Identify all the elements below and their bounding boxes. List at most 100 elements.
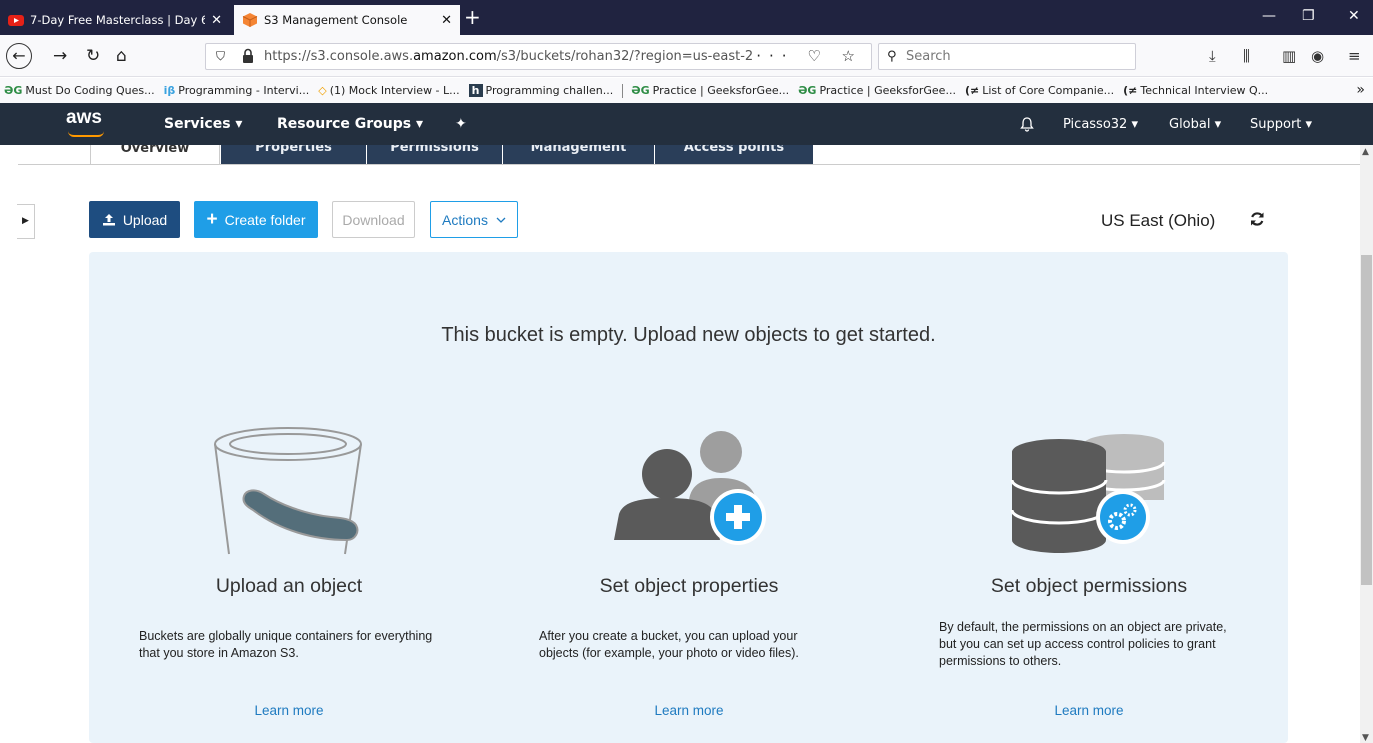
- tab-close-icon[interactable]: ✕: [441, 13, 452, 28]
- bookmark-label: Practice | GeeksforGee...: [819, 84, 956, 97]
- learn-more-link[interactable]: Learn more: [909, 703, 1269, 718]
- back-arrow-icon[interactable]: ←: [6, 43, 32, 69]
- tab-title: 7-Day Free Masterclass | Day 6 -: [30, 13, 206, 27]
- tab-management[interactable]: Management: [503, 145, 654, 164]
- bucket-illustration-icon: [214, 427, 362, 555]
- bookmark-label: Programming challen...: [485, 84, 614, 97]
- tab-overview[interactable]: Overview: [90, 145, 220, 164]
- upload-button[interactable]: Upload: [89, 201, 180, 238]
- reload-icon[interactable]: ↻: [86, 46, 100, 66]
- create-folder-label: Create folder: [224, 211, 306, 228]
- tab-properties[interactable]: Properties: [221, 145, 366, 164]
- new-tab-button[interactable]: +: [464, 7, 481, 27]
- tab-permissions[interactable]: Permissions: [367, 145, 502, 164]
- leetcode-icon: ◇: [318, 84, 327, 97]
- bookmark-item[interactable]: ◇ (1) Mock Interview - L...: [318, 84, 459, 97]
- restore-icon[interactable]: ❐: [1302, 8, 1315, 24]
- users-plus-icon: [614, 431, 766, 545]
- database-gears-icon: [1010, 434, 1166, 553]
- bookmarks-bar: ƏG Must Do Coding Ques... iβ Programming -…: [0, 78, 1373, 103]
- bookmark-label: Practice | GeeksforGee...: [652, 84, 790, 97]
- bookmark-site-icon: (≠: [1123, 84, 1138, 97]
- home-icon[interactable]: ⌂: [116, 46, 127, 66]
- tab-title: S3 Management Console: [264, 13, 408, 27]
- scroll-down-icon[interactable]: ▼: [1362, 733, 1369, 743]
- bookmark-item[interactable]: iβ Programming - Intervi...: [164, 84, 310, 97]
- empty-bucket-panel: This bucket is empty. Upload new objects…: [89, 252, 1288, 743]
- bookmark-label: Must Do Coding Ques...: [25, 84, 155, 97]
- hackerrank-icon: h: [468, 84, 483, 97]
- shield-icon[interactable]: ⛉: [216, 49, 225, 64]
- minimize-icon[interactable]: —: [1262, 8, 1276, 24]
- chevron-down-icon: [496, 217, 506, 223]
- account-icon[interactable]: ◉: [1311, 47, 1324, 65]
- pin-icon[interactable]: ✦: [455, 116, 467, 132]
- tab-access-points[interactable]: Access points: [655, 145, 813, 164]
- upload-object-text: Buckets are globally unique containers f…: [139, 629, 433, 660]
- address-bar[interactable]: ⛉ https://s3.console.aws.amazon.com/s3/b…: [205, 43, 872, 70]
- page-scrollbar[interactable]: ▲ ▼: [1360, 145, 1373, 743]
- navigation-toolbar: ← → ↻ ⌂ ⛉ https://s3.console.aws.amazon.…: [0, 35, 1373, 77]
- empty-state-title: This bucket is empty. Upload new objects…: [441, 324, 936, 346]
- youtube-icon: [8, 15, 24, 26]
- upload-object-heading: Upload an object: [215, 575, 363, 597]
- account-menu[interactable]: Picasso32 ▾: [1063, 117, 1138, 132]
- aws-logo[interactable]: aws: [66, 107, 104, 137]
- browser-tab-strip: 7-Day Free Masterclass | Day 6 - ✕ S3 Ma…: [0, 0, 1373, 35]
- object-properties-text: After you create a bucket, you can uploa…: [539, 629, 799, 660]
- tab-s3-console[interactable]: S3 Management Console ✕: [234, 5, 460, 35]
- tab-masterclass[interactable]: 7-Day Free Masterclass | Day 6 - ✕: [0, 5, 230, 35]
- bookmark-item[interactable]: ƏG Practice | GeeksforGee...: [631, 84, 789, 97]
- geeksforgeeks-icon: ƏG: [798, 84, 817, 97]
- learn-more-link[interactable]: Learn more: [109, 703, 469, 718]
- library-icon[interactable]: ⫼: [1243, 47, 1250, 65]
- forward-arrow-icon[interactable]: →: [53, 46, 67, 66]
- upload-icon: [102, 214, 115, 226]
- download-icon[interactable]: ⤓: [1209, 47, 1216, 65]
- url-text[interactable]: https://s3.console.aws.amazon.com/s3/buc…: [264, 49, 753, 64]
- geeksforgeeks-icon: ƏG: [4, 84, 23, 97]
- menu-icon[interactable]: ≡: [1348, 47, 1361, 65]
- geeksforgeeks-icon: ƏG: [631, 84, 650, 97]
- bookmark-item[interactable]: ƏG Practice | GeeksforGee...: [798, 84, 956, 97]
- bookmarks-overflow-icon[interactable]: »: [1356, 82, 1365, 98]
- bookmark-item[interactable]: (≠ List of Core Companie...: [965, 84, 1114, 97]
- bucket-tabs: Overview Properties Permissions Manageme…: [18, 145, 1360, 165]
- actions-dropdown[interactable]: Actions: [430, 201, 518, 238]
- aws-cube-icon: [242, 13, 258, 27]
- bookmark-label: Technical Interview Q...: [1140, 84, 1269, 97]
- actions-label: Actions: [442, 211, 488, 228]
- region-menu[interactable]: Global ▾: [1169, 117, 1221, 132]
- bookmark-item[interactable]: ƏG Must Do Coding Ques...: [4, 84, 155, 97]
- scrollbar-thumb[interactable]: [1361, 255, 1372, 585]
- bookmark-item[interactable]: (≠ Technical Interview Q...: [1123, 84, 1268, 97]
- bookmark-site-icon: (≠: [964, 84, 980, 97]
- lock-icon[interactable]: [242, 48, 254, 64]
- bookmark-label: (1) Mock Interview - L...: [329, 84, 460, 97]
- tab-close-icon[interactable]: ✕: [211, 13, 222, 28]
- search-input[interactable]: ⚲ Search: [878, 43, 1136, 70]
- refresh-icon[interactable]: [1249, 211, 1266, 231]
- sidebar-icon[interactable]: ▥: [1282, 47, 1296, 65]
- object-permissions-heading: Set object permissions: [990, 575, 1188, 597]
- expand-panel-icon[interactable]: ▶: [17, 204, 35, 239]
- upload-label: Upload: [122, 211, 168, 228]
- bookmark-label: Programming - Intervi...: [178, 84, 310, 97]
- resource-groups-menu[interactable]: Resource Groups ▾: [277, 116, 423, 132]
- services-menu[interactable]: Services ▾: [164, 116, 242, 132]
- support-menu[interactable]: Support ▾: [1250, 117, 1312, 132]
- bookmark-item[interactable]: h Programming challen...: [468, 84, 614, 97]
- page-actions-icons[interactable]: ··· ♡ ☆: [756, 47, 863, 65]
- object-permissions-text: By default, the permissions on an object…: [939, 620, 1227, 668]
- bell-icon[interactable]: [1020, 117, 1034, 136]
- search-icon: ⚲: [887, 49, 897, 64]
- search-placeholder: Search: [906, 49, 951, 64]
- create-folder-button[interactable]: + Create folder: [194, 201, 318, 238]
- download-button[interactable]: Download: [332, 201, 415, 238]
- bookmark-separator: [622, 83, 624, 98]
- learn-more-link[interactable]: Learn more: [509, 703, 869, 718]
- scroll-up-icon[interactable]: ▲: [1362, 147, 1369, 157]
- bookmark-label: List of Core Companie...: [982, 84, 1115, 97]
- region-label: US East (Ohio): [1101, 211, 1216, 230]
- window-close-icon[interactable]: ✕: [1348, 8, 1360, 24]
